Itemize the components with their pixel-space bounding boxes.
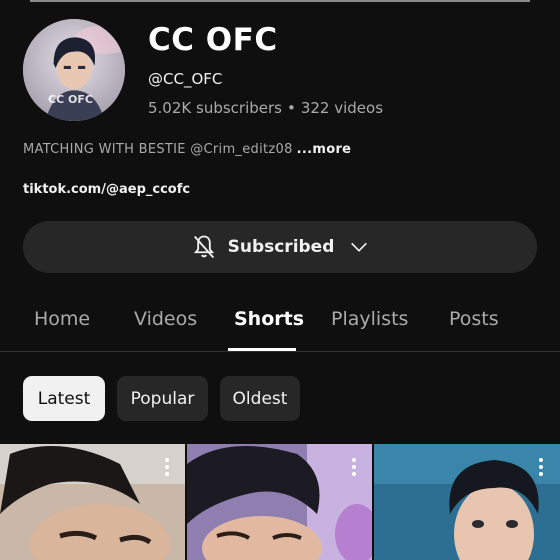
channel-stats: 5.02K subscribers • 322 videos <box>148 99 383 117</box>
top-divider <box>30 0 530 2</box>
description-text: MATCHING WITH BESTIE @Crim_editz08 <box>23 142 293 157</box>
channel-description[interactable]: MATCHING WITH BESTIE @Crim_editz08 ...mor… <box>23 142 351 157</box>
short-thumbnail-image <box>187 444 372 560</box>
short-menu-button[interactable] <box>164 458 170 480</box>
short-menu-button[interactable] <box>351 458 357 480</box>
short-menu-button[interactable] <box>538 458 544 480</box>
channel-name: CC OFC <box>148 22 278 58</box>
filter-oldest[interactable]: Oldest <box>220 376 300 421</box>
avatar-watermark: CC OFC <box>48 93 93 106</box>
short-thumbnail-image <box>0 444 185 560</box>
short-thumbnail-image <box>374 444 560 560</box>
tab-home[interactable]: Home <box>34 308 90 330</box>
channel-tabs: Home Videos Shorts Playlists Posts <box>0 300 560 352</box>
channel-handle: @CC_OFC <box>148 70 223 88</box>
short-thumbnail[interactable] <box>187 444 372 560</box>
channel-link[interactable]: tiktok.com/@aep_ccofc <box>23 182 190 197</box>
video-count: 322 videos <box>300 99 384 117</box>
tab-playlists[interactable]: Playlists <box>331 308 408 330</box>
bell-off-icon <box>193 235 214 259</box>
short-thumbnail[interactable] <box>374 444 560 560</box>
filter-latest[interactable]: Latest <box>23 376 105 421</box>
more-link[interactable]: ...more <box>297 142 352 157</box>
tab-shorts[interactable]: Shorts <box>234 308 304 330</box>
filter-popular[interactable]: Popular <box>117 376 208 421</box>
tab-posts[interactable]: Posts <box>449 308 499 330</box>
chevron-down-icon <box>351 242 368 252</box>
short-thumbnail[interactable] <box>0 444 185 560</box>
active-tab-indicator <box>228 348 296 351</box>
subscribed-button[interactable]: Subscribed <box>23 221 537 273</box>
tab-videos[interactable]: Videos <box>134 308 197 330</box>
stats-separator: • <box>286 99 296 117</box>
subscribed-label: Subscribed <box>227 237 335 257</box>
subscriber-count: 5.02K subscribers <box>148 99 282 117</box>
